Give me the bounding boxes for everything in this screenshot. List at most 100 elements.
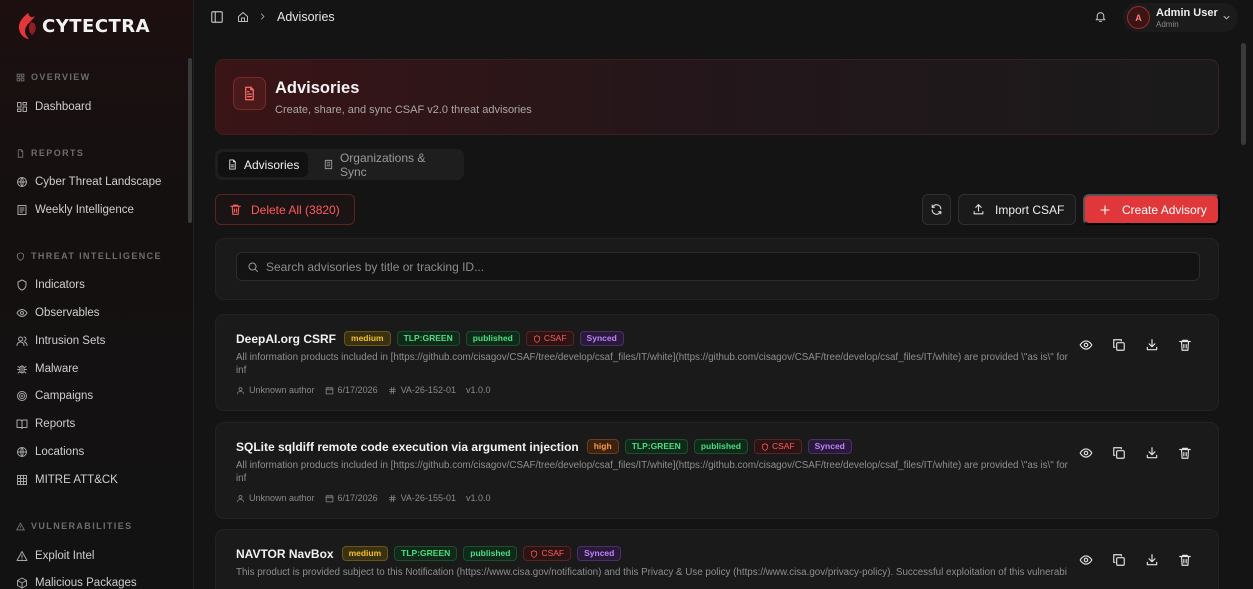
chevron-right-icon xyxy=(261,13,265,20)
tracking-meta: VA-26-152-01 xyxy=(388,385,456,395)
eye-icon xyxy=(16,309,28,317)
delete-button[interactable] xyxy=(1178,446,1193,461)
advisory-title[interactable]: NAVTOR NavBox xyxy=(236,547,334,561)
copy-button[interactable] xyxy=(1112,446,1127,461)
advisory-header: SQLite sqldiff remote code execution via… xyxy=(236,438,852,455)
user-icon xyxy=(237,494,244,502)
sidebar-item-cyber-threat-landscape[interactable]: Cyber Threat Landscape xyxy=(16,173,161,191)
tlp-badge: TLP:GREEN xyxy=(624,439,688,454)
user-name: Admin User xyxy=(1156,7,1218,19)
page-header: Advisories Create, share, and sync CSAF … xyxy=(215,59,1219,135)
alert-triangle-icon xyxy=(16,521,25,530)
search-input[interactable] xyxy=(266,257,1186,277)
grid-icon xyxy=(16,73,25,81)
globe-icon xyxy=(17,447,27,457)
file-text-icon xyxy=(229,159,236,170)
view-button[interactable] xyxy=(1079,553,1094,568)
tab-advisories[interactable]: Advisories xyxy=(218,152,309,177)
advisory-card[interactable]: DeepAI.org CSRF medium TLP:GREEN publish… xyxy=(215,314,1219,411)
refresh-icon xyxy=(931,204,942,215)
sidebar-item-malicious-packages[interactable]: Malicious Packages xyxy=(16,574,137,589)
eye-icon xyxy=(1079,340,1093,350)
bell-icon[interactable] xyxy=(1094,10,1107,23)
search-box[interactable] xyxy=(236,252,1200,281)
sync-badge: Synced xyxy=(577,546,622,561)
file-icon xyxy=(17,148,24,158)
file-text-icon xyxy=(245,86,254,101)
download-button[interactable] xyxy=(1145,338,1160,353)
shield-icon xyxy=(531,549,538,558)
date-meta: 6/17/2026 xyxy=(325,493,378,503)
delete-all-button[interactable]: Delete All (3820) xyxy=(215,194,355,225)
eye-icon xyxy=(1079,555,1093,565)
advisory-header: NAVTOR NavBox medium TLP:GREEN published… xyxy=(236,545,622,562)
advisory-meta: Unknown author 6/17/2026 VA-26-155-01 v1… xyxy=(236,493,491,503)
user-menu[interactable]: A Admin User Admin xyxy=(1123,3,1238,32)
delete-button[interactable] xyxy=(1178,338,1193,353)
sidebar-item-intrusion-sets[interactable]: Intrusion Sets xyxy=(16,332,105,350)
sidebar-item-reports[interactable]: Reports xyxy=(16,415,75,433)
brand-logo[interactable]: CYTECTRA xyxy=(16,12,150,40)
sidebar-item-observables[interactable]: Observables xyxy=(16,304,100,322)
copy-button[interactable] xyxy=(1112,338,1127,353)
sidebar-item-mitre-attack[interactable]: MITRE ATT&CK xyxy=(16,471,118,489)
tab-organizations-sync[interactable]: Organizations & Sync xyxy=(314,151,464,179)
users-icon xyxy=(16,336,28,346)
copy-button[interactable] xyxy=(1112,553,1127,568)
download-icon xyxy=(1146,554,1158,566)
sidebar-toggle-icon[interactable] xyxy=(210,10,224,24)
trash-icon xyxy=(1179,447,1191,459)
sidebar-item-dashboard[interactable]: Dashboard xyxy=(16,98,91,116)
create-advisory-button[interactable]: Create Advisory xyxy=(1083,194,1220,225)
delete-button[interactable] xyxy=(1178,553,1193,568)
advisory-description: All information products included in [ht… xyxy=(236,352,1068,376)
chevron-down-icon xyxy=(1223,15,1230,20)
severity-badge: medium xyxy=(341,546,389,561)
trash-icon xyxy=(1179,339,1191,351)
shield-icon xyxy=(761,442,768,451)
status-badge: published xyxy=(465,331,520,346)
author-meta: Unknown author xyxy=(236,385,315,395)
sidebar-item-exploit-intel[interactable]: Exploit Intel xyxy=(16,547,94,565)
sidebar-section-vulnerabilities: VULNERABILITIES xyxy=(16,521,133,531)
page-title: Advisories xyxy=(275,79,360,97)
building-icon xyxy=(324,159,333,170)
avatar: A xyxy=(1127,6,1150,29)
hash-icon xyxy=(388,494,396,502)
refresh-button[interactable] xyxy=(922,194,951,225)
advisory-header: DeepAI.org CSRF medium TLP:GREEN publish… xyxy=(236,330,624,347)
advisory-meta: Unknown author 6/17/2026 VA-26-152-01 v1… xyxy=(236,385,491,395)
cytectra-logo-icon xyxy=(18,13,36,39)
advisory-card[interactable]: SQLite sqldiff remote code execution via… xyxy=(215,422,1219,519)
upload-icon xyxy=(973,204,984,215)
sidebar-scrollbar[interactable] xyxy=(188,58,192,223)
date-meta: 6/17/2026 xyxy=(325,385,378,395)
view-button[interactable] xyxy=(1079,338,1094,353)
sidebar-item-indicators[interactable]: Indicators xyxy=(16,276,85,294)
download-icon xyxy=(1146,339,1158,351)
sidebar-item-weekly-intelligence[interactable]: Weekly Intelligence xyxy=(16,201,134,219)
home-icon[interactable] xyxy=(237,11,249,23)
page-subtitle: Create, share, and sync CSAF v2.0 threat… xyxy=(275,104,532,116)
main-scrollbar[interactable] xyxy=(1241,43,1246,145)
advisory-title[interactable]: DeepAI.org CSRF xyxy=(236,332,336,346)
view-button[interactable] xyxy=(1079,446,1094,461)
download-button[interactable] xyxy=(1145,446,1160,461)
version-meta: v1.0.0 xyxy=(465,385,491,395)
sidebar-item-locations[interactable]: Locations xyxy=(16,443,84,461)
user-icon xyxy=(237,386,244,394)
download-button[interactable] xyxy=(1145,553,1160,568)
status-badge: published xyxy=(463,546,518,561)
author-meta: Unknown author xyxy=(236,493,315,503)
sidebar-item-campaigns[interactable]: Campaigns xyxy=(16,387,93,405)
tracking-meta: VA-26-155-01 xyxy=(388,493,456,503)
bug-icon xyxy=(17,365,27,374)
import-csaf-button[interactable]: Import CSAF xyxy=(958,194,1076,225)
sidebar-item-malware[interactable]: Malware xyxy=(16,360,78,378)
advisory-card[interactable]: NAVTOR NavBox medium TLP:GREEN published… xyxy=(215,529,1219,589)
hero-icon-box xyxy=(233,77,266,110)
top-bar: Advisories A Admin User Admin xyxy=(194,0,1253,36)
brand-name: CYTECTRA xyxy=(42,15,151,37)
copy-icon xyxy=(1113,554,1125,566)
advisory-title[interactable]: SQLite sqldiff remote code execution via… xyxy=(236,440,579,454)
